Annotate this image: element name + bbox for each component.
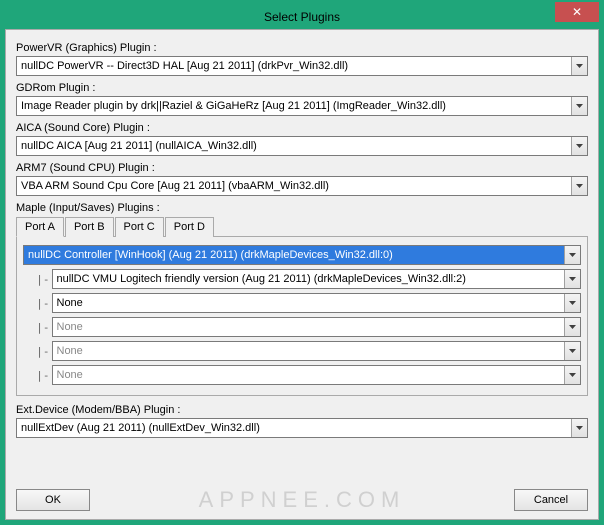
maple-tab-content: nullDC Controller [WinHook] (Aug 21 2011… (16, 237, 588, 396)
aica-combo[interactable]: nullDC AICA [Aug 21 2011] (nullAICA_Win3… (16, 136, 588, 156)
maple-slot-row: |- None (23, 293, 581, 313)
tree-connector-icon: |- (23, 369, 50, 382)
extdev-combo[interactable]: nullExtDev (Aug 21 2011) (nullExtDev_Win… (16, 418, 588, 438)
tree-connector-icon: |- (23, 297, 50, 310)
maple-slot-value: nullDC VMU Logitech friendly version (Au… (57, 273, 565, 285)
chevron-down-icon (564, 246, 580, 264)
maple-label: Maple (Input/Saves) Plugins : (16, 202, 588, 214)
maple-slot-value: None (57, 345, 565, 357)
window-frame: Select Plugins ✕ PowerVR (Graphics) Plug… (0, 0, 604, 525)
extdev-label: Ext.Device (Modem/BBA) Plugin : (16, 404, 588, 416)
chevron-down-icon (564, 342, 580, 360)
chevron-down-icon (564, 270, 580, 288)
gdrom-value: Image Reader plugin by drk||Raziel & GiG… (21, 100, 571, 112)
maple-slot-value: nullDC Controller [WinHook] (Aug 21 2011… (28, 249, 564, 261)
button-row: OK Cancel (16, 489, 588, 511)
arm7-combo[interactable]: VBA ARM Sound Cpu Core [Aug 21 2011] (vb… (16, 176, 588, 196)
arm7-value: VBA ARM Sound Cpu Core [Aug 21 2011] (vb… (21, 180, 571, 192)
tab-port-b[interactable]: Port B (65, 217, 114, 237)
maple-slot-row: |- None (23, 341, 581, 361)
powervr-label: PowerVR (Graphics) Plugin : (16, 42, 588, 54)
chevron-down-icon (571, 97, 587, 115)
chevron-down-icon (564, 294, 580, 312)
tree-connector-icon: |- (23, 345, 50, 358)
maple-slot-combo[interactable]: nullDC Controller [WinHook] (Aug 21 2011… (23, 245, 581, 265)
arm7-label: ARM7 (Sound CPU) Plugin : (16, 162, 588, 174)
chevron-down-icon (571, 57, 587, 75)
chevron-down-icon (564, 366, 580, 384)
tab-port-c[interactable]: Port C (115, 217, 164, 237)
tab-port-a[interactable]: Port A (16, 217, 64, 237)
gdrom-label: GDRom Plugin : (16, 82, 588, 94)
close-icon: ✕ (572, 5, 582, 19)
gdrom-combo[interactable]: Image Reader plugin by drk||Raziel & GiG… (16, 96, 588, 116)
maple-slot-row: |- None (23, 365, 581, 385)
tree-connector-icon: |- (23, 321, 50, 334)
maple-slot-row: |- nullDC VMU Logitech friendly version (… (23, 269, 581, 289)
aica-value: nullDC AICA [Aug 21 2011] (nullAICA_Win3… (21, 140, 571, 152)
maple-slot-combo: None (52, 365, 582, 385)
maple-slot-row: nullDC Controller [WinHook] (Aug 21 2011… (23, 245, 581, 265)
maple-slot-row: |- None (23, 317, 581, 337)
cancel-button[interactable]: Cancel (514, 489, 588, 511)
powervr-combo[interactable]: nullDC PowerVR -- Direct3D HAL [Aug 21 2… (16, 56, 588, 76)
maple-slot-combo[interactable]: nullDC VMU Logitech friendly version (Au… (52, 269, 582, 289)
titlebar: Select Plugins ✕ (5, 5, 599, 29)
chevron-down-icon (564, 318, 580, 336)
chevron-down-icon (571, 177, 587, 195)
content-area: PowerVR (Graphics) Plugin : nullDC Power… (5, 29, 599, 520)
maple-slot-combo: None (52, 341, 582, 361)
tab-port-d[interactable]: Port D (165, 217, 214, 237)
chevron-down-icon (571, 137, 587, 155)
window-title: Select Plugins (5, 10, 599, 24)
maple-slot-value: None (57, 297, 565, 309)
tree-connector-icon: |- (23, 273, 50, 286)
maple-tabs: Port APort BPort CPort D (16, 216, 588, 237)
close-button[interactable]: ✕ (555, 2, 599, 22)
maple-slot-value: None (57, 369, 565, 381)
maple-slot-value: None (57, 321, 565, 333)
extdev-value: nullExtDev (Aug 21 2011) (nullExtDev_Win… (21, 422, 571, 434)
ok-button[interactable]: OK (16, 489, 90, 511)
aica-label: AICA (Sound Core) Plugin : (16, 122, 588, 134)
chevron-down-icon (571, 419, 587, 437)
maple-slot-combo: None (52, 317, 582, 337)
powervr-value: nullDC PowerVR -- Direct3D HAL [Aug 21 2… (21, 60, 571, 72)
maple-slot-combo[interactable]: None (52, 293, 582, 313)
